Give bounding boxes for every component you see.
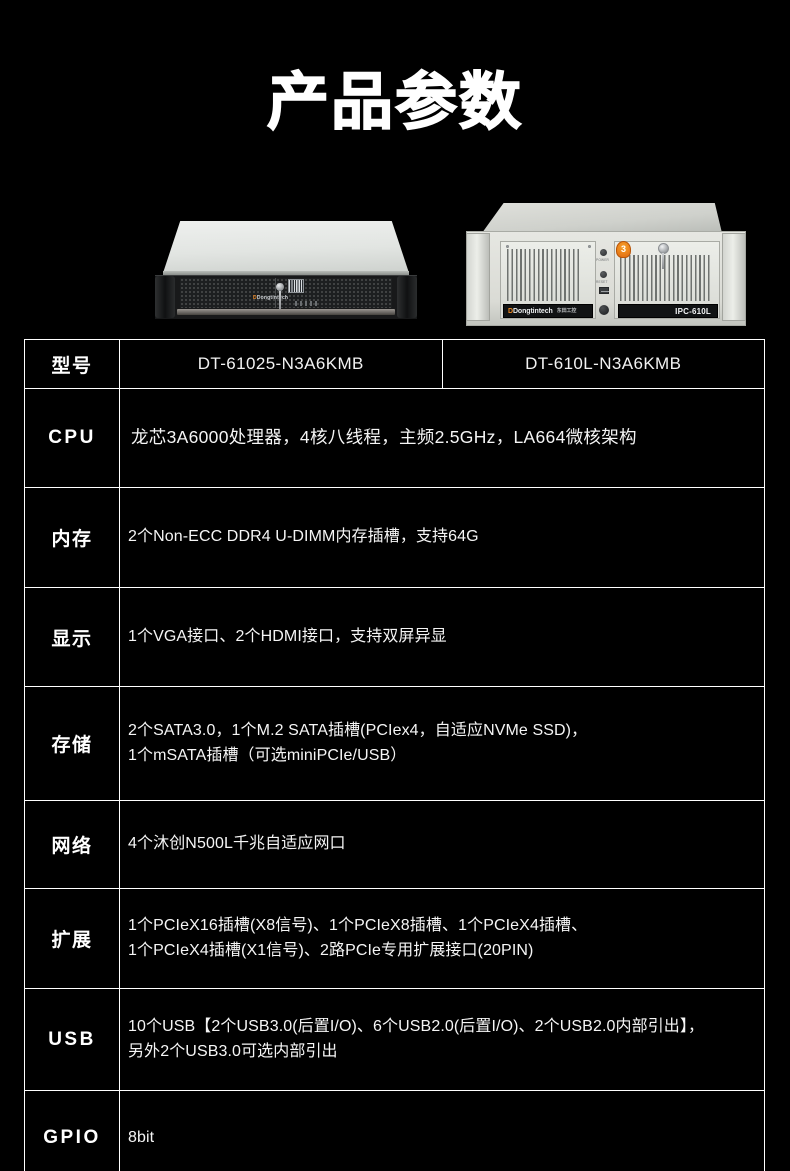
table-row-display: 显示 1个VGA接口、2个HDMI接口，支持双屏异显 <box>24 587 765 687</box>
reset-button-label: RESET <box>596 280 608 284</box>
chassis-top-lid <box>163 221 409 273</box>
ipc-key-stem-icon <box>662 253 664 269</box>
ipc-model-nameplate: IPC-610L <box>618 304 718 318</box>
ipc-brand-nameplate: DDongtintech 东田工控 <box>503 304 593 318</box>
rack-ear-left <box>155 276 175 318</box>
ipc-vent-left <box>507 249 579 301</box>
brand-logo-2u: DDongtintech <box>253 295 289 301</box>
row-value-cpu-line-1: 龙芯3A6000处理器，4核八线程，主频2.5GHz，LA664微核架构 <box>131 427 637 448</box>
row-value-storage-line-1: 2个SATA3.0，1个M.2 SATA插槽(PCIex4，自适应NVMe SS… <box>128 721 588 739</box>
page-title: 产品参数 <box>266 68 523 137</box>
status-led-strip <box>295 301 317 306</box>
table-row-cpu: CPU 龙芯3A6000处理器，4核八线程，主频2.5GHz，LA664微核架构 <box>24 388 765 488</box>
spec-table: 型号 DT-61025-N3A6KMB DT-610L-N3A6KMB CPU … <box>24 339 765 1171</box>
table-row-expansion: 扩展 1个PCIeX16插槽(X8信号)、1个PCIeX8插槽、1个PCIeX4… <box>24 888 765 989</box>
table-row-memory: 内存 2个Non-ECC DDR4 U-DIMM内存插槽，支持64G <box>24 487 765 588</box>
row-value-network: 4个沐创N500L千兆自适应网口 <box>119 800 765 889</box>
table-row-storage: 存储 2个SATA3.0，1个M.2 SATA插槽(PCIex4，自适应NVMe… <box>24 686 765 801</box>
row-value-display: 1个VGA接口、2个HDMI接口，支持双屏异显 <box>119 587 765 687</box>
qr-sticker-icon <box>288 279 304 293</box>
row-value-usb-line-2: 另外2个USB3.0可选内部引出 <box>128 1042 338 1060</box>
row-value-usb-line-1: 10个USB【2个USB3.0(后置I/O)、6个USB2.0(后置I/O)、2… <box>128 1017 705 1035</box>
row-value-memory-line-1: 2个Non-ECC DDR4 U-DIMM内存插槽，支持64G <box>128 528 479 546</box>
row-value-usb: 10个USB【2个USB3.0(后置I/O)、6个USB2.0(后置I/O)、2… <box>119 988 765 1091</box>
row-label-model: 型号 <box>24 339 120 389</box>
row-label-expansion: 扩展 <box>24 888 120 989</box>
power-button-icon <box>600 249 607 256</box>
row-value-gpio: 8bit <box>119 1090 765 1171</box>
ipc-vent-right <box>620 255 710 301</box>
row-value-expansion-line-2: 1个PCIeX4插槽(X1信号)、2路PCIe专用扩展接口(20PIN) <box>128 941 534 959</box>
table-row-network: 网络 4个沐创N500L千兆自适应网口 <box>24 800 765 889</box>
ipc-brand-text: Dongtintech <box>512 308 553 315</box>
reset-button-icon <box>600 271 607 278</box>
ipc-brand-cn: 东田工控 <box>556 308 577 314</box>
ipc-rack-ear-left <box>466 233 490 321</box>
front-usb-ports-icon <box>599 287 609 294</box>
key-lock-icon <box>276 283 284 291</box>
cell-model-right: DT-610L-N3A6KMB <box>441 339 765 389</box>
row-value-storage-line-2: 1个mSATA插槽（可选miniPCIe/USB） <box>128 746 407 764</box>
cell-model-left: DT-61025-N3A6KMB <box>119 339 443 389</box>
power-button-label: POWER <box>596 258 610 262</box>
table-row-usb: USB 10个USB【2个USB3.0(后置I/O)、6个USB2.0(后置I/… <box>24 988 765 1091</box>
row-label-storage: 存储 <box>24 686 120 801</box>
row-value-expansion-line-1: 1个PCIeX16插槽(X8信号)、1个PCIeX8插槽、1个PCIeX4插槽、 <box>128 916 588 934</box>
row-label-gpio: GPIO <box>24 1090 120 1171</box>
row-value-expansion: 1个PCIeX16插槽(X8信号)、1个PCIeX8插槽、1个PCIeX4插槽、… <box>119 888 765 989</box>
ipc-rack-ear-right <box>722 233 746 321</box>
row-value-cpu: 龙芯3A6000处理器，4核八线程，主频2.5GHz，LA664微核架构 <box>119 388 765 488</box>
screw-icon <box>588 245 591 248</box>
chassis-bottom-bar <box>177 309 395 315</box>
row-value-storage: 2个SATA3.0，1个M.2 SATA插槽(PCIex4，自适应NVMe SS… <box>119 686 765 801</box>
row-label-network: 网络 <box>24 800 120 889</box>
chassis-mesh-grill <box>180 278 392 308</box>
row-label-memory: 内存 <box>24 487 120 588</box>
brand-logo-2u-text: Dongtintech <box>256 295 289 301</box>
table-row-model: 型号 DT-61025-N3A6KMB DT-610L-N3A6KMB <box>24 339 765 389</box>
rack-ear-right <box>397 276 417 318</box>
row-label-display: 显示 <box>24 587 120 687</box>
row-value-gpio-line-1: 8bit <box>128 1128 155 1146</box>
ipc-top-lid <box>482 203 722 233</box>
screw-icon <box>506 245 509 248</box>
row-label-cpu: CPU <box>24 388 120 488</box>
row-label-usb: USB <box>24 988 120 1091</box>
row-value-network-line-1: 4个沐创N500L千兆自适应网口 <box>128 835 346 853</box>
row-value-memory: 2个Non-ECC DDR4 U-DIMM内存插槽，支持64G <box>119 487 765 588</box>
product-image-4u-chassis: POWER RESET 3 DDongtintech 东田工控 IPC-610L <box>466 203 746 334</box>
product-image-band: DDongtintech POWER RESET 3 DDongtintech 东… <box>0 196 790 342</box>
table-row-gpio: GPIO 8bit <box>24 1090 765 1171</box>
product-image-2u-chassis: DDongtintech <box>155 221 417 324</box>
audio-jack-icon <box>599 305 609 315</box>
chassis-mesh-divider <box>275 278 276 308</box>
warranty-badge: 3 <box>616 241 631 258</box>
row-value-display-line-1: 1个VGA接口、2个HDMI接口，支持双屏异显 <box>128 627 447 645</box>
